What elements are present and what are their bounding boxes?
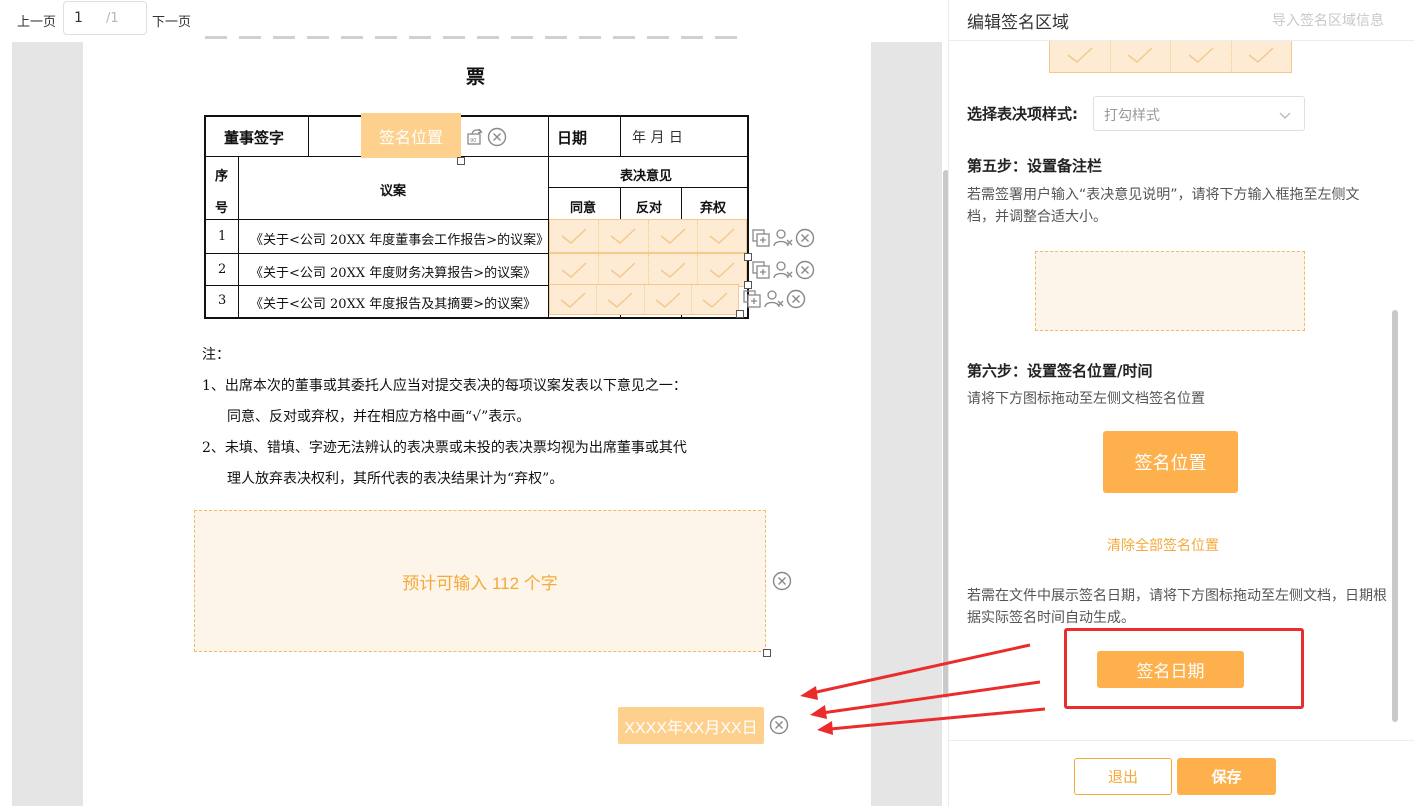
remove-row-icon[interactable] (786, 289, 806, 309)
save-button[interactable]: 保存 (1177, 758, 1276, 795)
row-2-no: 2 (218, 262, 227, 277)
chevron-down-icon (1278, 107, 1292, 126)
remove-remark-icon[interactable] (772, 571, 792, 591)
copy-row-icon[interactable] (751, 260, 771, 280)
vote-checkbox-row-1[interactable] (549, 219, 747, 253)
document-notes: 注： 1、出席本次的董事或其委托人应当对提交表决的每项议案发表以下意见之一： 同… (202, 340, 687, 495)
row-1-text: 《关于<公司 20XX 年度董事会工作报告>的议案》 (250, 233, 550, 248)
col-no-1: 序 (215, 169, 229, 184)
panel-scrollbar[interactable] (1392, 310, 1398, 722)
copy-row-icon[interactable] (742, 289, 762, 309)
signature-position-button[interactable]: 签名位置 (1103, 431, 1238, 493)
panel-footer: 退出 保存 (949, 740, 1414, 806)
opt-against: 反对 (636, 201, 663, 216)
date-description: 若需在文件中展示签名日期，请将下方图标拖动至左侧文档，日期根据实际签名时间自动生… (967, 588, 1387, 626)
note-2-line-1: 2、未填、错填、字迹无法辨认的表决票或未投的表决票均视为出席董事或其代 (202, 440, 687, 456)
signature-date-button[interactable]: 签名日期 (1097, 651, 1244, 688)
assign-user-icon[interactable] (773, 228, 793, 248)
resize-handle[interactable] (763, 649, 771, 657)
total-pages: /1 (106, 11, 119, 26)
vote-checkbox-row-3[interactable] (549, 284, 739, 315)
date-label: 日期 (557, 129, 588, 147)
copy-row-icon[interactable] (751, 228, 771, 248)
step5-title: 第五步：设置备注栏 (967, 157, 1103, 175)
document-title: 票 (466, 66, 486, 88)
notes-head: 注： (202, 347, 230, 363)
col-proposal: 议案 (380, 184, 407, 199)
remove-signature-icon[interactable] (487, 127, 507, 147)
panel-header: 编辑签名区域 导入签名区域信息 (949, 0, 1414, 41)
opt-agree: 同意 (570, 201, 597, 216)
document-viewer: 上一页 1 /1 下一页 票 董事签字 日期 年 月 日 序 号 议案 表决意见 (0, 0, 949, 806)
remark-field-template[interactable] (1035, 251, 1305, 331)
vote-style-select[interactable]: 打勾样式 (1093, 96, 1305, 131)
assign-user-icon[interactable] (773, 260, 793, 280)
signer-label: 董事签字 (224, 129, 285, 147)
vote-style-label: 选择表决项样式: (967, 105, 1078, 123)
remark-capacity: 预计可输入 112 个字 (402, 573, 558, 593)
remove-row-icon[interactable] (795, 260, 815, 280)
exit-button[interactable]: 退出 (1074, 758, 1172, 795)
remove-date-icon[interactable] (769, 715, 789, 735)
placed-remark-field[interactable]: 预计可输入 112 个字 (194, 510, 766, 652)
panel-title: 编辑签名区域 (967, 13, 1069, 33)
import-signature-info-link[interactable]: 导入签名区域信息 (1272, 10, 1384, 30)
row-1-no: 1 (218, 229, 227, 244)
placed-signature-field[interactable]: 签名位置 (361, 113, 461, 158)
assign-user-icon[interactable] (764, 289, 784, 309)
edit-signature-panel: 编辑签名区域 导入签名区域信息 选择表决项样式: 打勾样式 第五步：设置备注栏 … (948, 0, 1414, 806)
page-number-input[interactable]: 1 /1 (63, 1, 147, 35)
clear-all-signatures-link[interactable]: 清除全部签名位置 (1107, 535, 1219, 555)
svg-text:90: 90 (470, 138, 476, 144)
prev-page-button[interactable]: 上一页 (17, 11, 56, 30)
opt-abstain: 弃权 (700, 201, 727, 216)
current-page[interactable]: 1 (74, 10, 83, 26)
next-page-button[interactable]: 下一页 (152, 11, 191, 30)
vote-checkbox-row-2[interactable] (549, 253, 747, 287)
step6-description: 请将下方图标拖动至左侧文档签名位置 (967, 391, 1205, 407)
vote-style-value: 打勾样式 (1104, 108, 1160, 124)
step5-description: 若需签署用户输入“表决意见说明”，请将下方输入框拖至左侧文档，并调整合适大小。 (967, 187, 1360, 225)
col-no-2: 号 (215, 201, 229, 216)
cut-off-text-line (205, 34, 745, 42)
date-placeholder: 年 月 日 (632, 130, 683, 146)
rotate-icon[interactable]: 90 (466, 128, 484, 146)
note-1-line-2: 同意、反对或弃权，并在相应方格中画“√”表示。 (227, 409, 531, 425)
step6-title: 第六步：设置签名位置/时间 (967, 362, 1153, 380)
col-opinion: 表决意见 (620, 169, 673, 184)
row-3-no: 3 (218, 293, 227, 308)
note-2-line-2: 理人放弃表决权利，其所代表的表决结果计为“弃权”。 (227, 471, 564, 487)
resize-handle[interactable] (744, 281, 752, 289)
row-3-text: 《关于<公司 20XX 年度报告及其摘要>的议案》 (250, 297, 537, 312)
resize-handle[interactable] (457, 157, 465, 165)
resize-handle[interactable] (736, 310, 744, 318)
remove-row-icon[interactable] (795, 228, 815, 248)
row-2-text: 《关于<公司 20XX 年度财务决算报告>的议案》 (250, 266, 537, 281)
vote-style-preview (1049, 41, 1292, 73)
placed-date-field[interactable]: XXXX年XX月XX日 (618, 707, 764, 744)
note-1-line-1: 1、出席本次的董事或其委托人应当对提交表决的每项议案发表以下意见之一： (202, 378, 687, 394)
